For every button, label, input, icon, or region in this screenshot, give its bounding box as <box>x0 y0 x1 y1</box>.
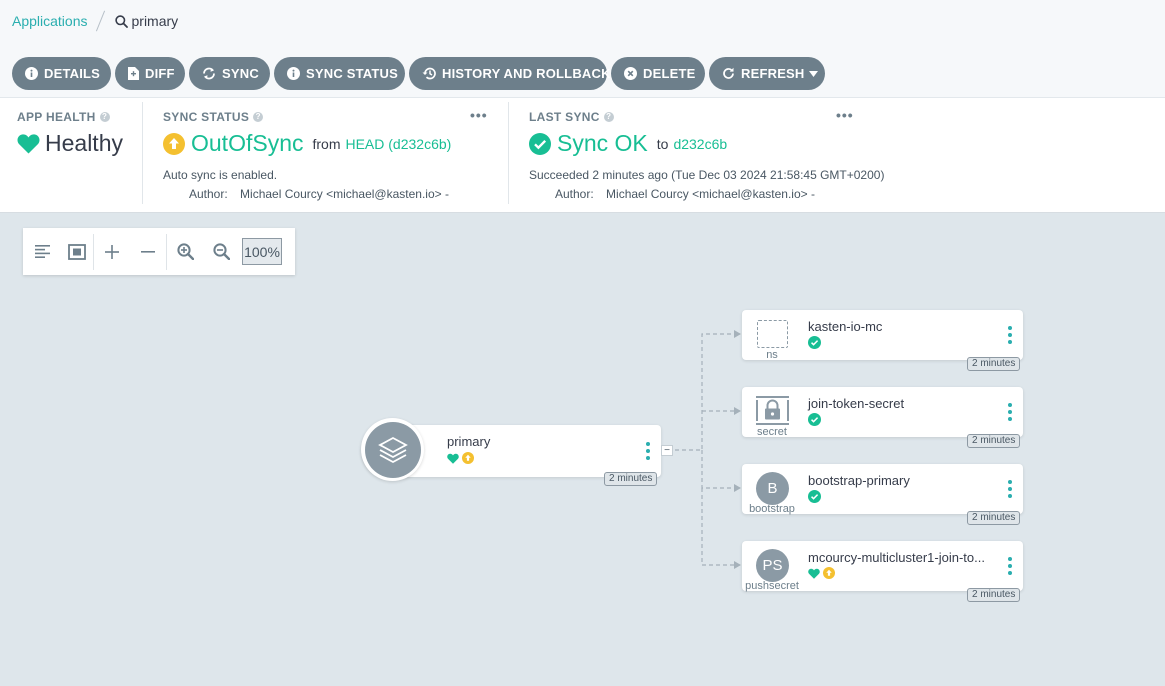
arrow-head <box>734 484 741 492</box>
arrow-head <box>734 561 741 569</box>
resource-name: kasten-io-mc <box>808 319 883 334</box>
resource-menu-button[interactable] <box>1007 480 1013 500</box>
heart-icon <box>447 453 459 464</box>
edge-to-kasten-io-mc <box>661 333 736 451</box>
app-node-icon <box>361 418 424 481</box>
check-circle-icon <box>808 336 821 349</box>
resource-avatar: B <box>756 472 789 505</box>
secret-lock-icon <box>756 396 789 425</box>
check-circle-icon <box>808 490 821 503</box>
resource-age: 2 minutes <box>967 434 1021 448</box>
layers-icon <box>377 436 408 463</box>
resource-kind-label: pushsecret <box>745 580 799 592</box>
app-node-status <box>447 452 477 464</box>
namespace-dashed-box-icon <box>757 320 788 348</box>
app-node-menu-button[interactable] <box>645 442 651 462</box>
arrow-head <box>734 330 741 338</box>
heart-icon <box>808 568 820 579</box>
resource-age: 2 minutes <box>967 357 1021 371</box>
arrow-up-circle-icon <box>462 452 474 464</box>
resource-menu-button[interactable] <box>1007 403 1013 423</box>
resource-age: 2 minutes <box>967 511 1021 525</box>
arrow-head <box>734 407 741 415</box>
resource-name: join-token-secret <box>808 396 905 411</box>
resource-name: mcourcy-multicluster1-join-to... <box>808 550 985 565</box>
arrow-up-circle-icon <box>823 567 835 579</box>
resource-avatar: PS <box>756 549 789 582</box>
edge-to-pushsecret <box>701 488 736 566</box>
app-node-age: 2 minutes <box>604 472 658 486</box>
resource-status <box>808 567 838 579</box>
resource-kind-label: bootstrap <box>749 503 795 515</box>
resource-kind-label: secret <box>757 426 787 438</box>
resource-age: 2 minutes <box>967 588 1021 602</box>
edge-to-bootstrap-primary <box>701 450 736 489</box>
resource-menu-button[interactable] <box>1007 326 1013 346</box>
resource-name: bootstrap-primary <box>808 473 910 488</box>
resource-menu-button[interactable] <box>1007 557 1013 577</box>
check-circle-icon <box>808 413 821 426</box>
app-node-name: primary <box>447 434 491 449</box>
collapse-toggle[interactable]: − <box>661 445 673 456</box>
resource-kind-label: ns <box>766 349 778 361</box>
